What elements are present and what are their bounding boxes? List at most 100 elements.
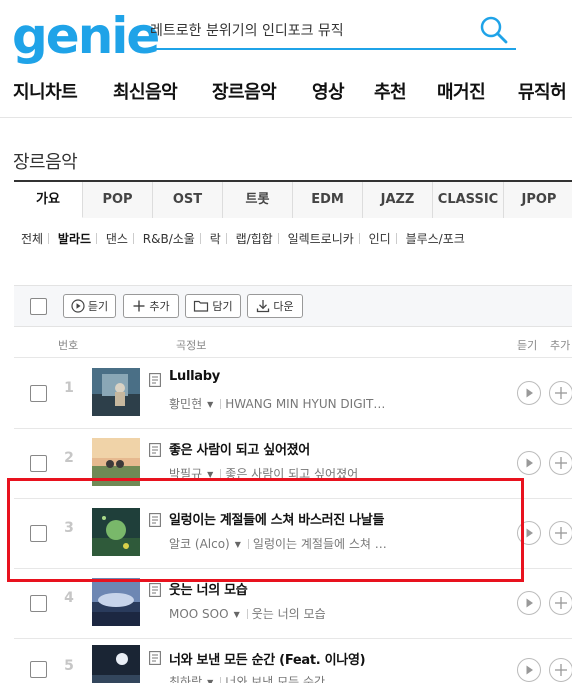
column-info: 곡정보 — [176, 339, 207, 352]
album-cover[interactable] — [92, 578, 140, 626]
song-rank: 5 — [64, 658, 74, 674]
tab-trot[interactable]: 트롯 — [223, 182, 293, 218]
tab-kpop[interactable]: 가요 — [14, 182, 83, 218]
play-button[interactable] — [517, 591, 541, 615]
header: genie — [0, 0, 572, 70]
subgenre-rnb[interactable]: R&B/소울 — [143, 232, 195, 246]
list-header-divider — [14, 357, 572, 358]
separator — [220, 469, 222, 479]
play-button[interactable] — [517, 521, 541, 545]
album-cover[interactable] — [92, 438, 140, 486]
genie-logo[interactable]: genie — [12, 6, 160, 66]
song-title[interactable]: Lullaby — [169, 369, 524, 384]
add-button-label: 추가 — [149, 300, 170, 313]
tab-classic[interactable]: CLASSIC — [433, 182, 504, 218]
lyrics-icon[interactable] — [149, 512, 161, 527]
subgenre-hiphop[interactable]: 랩/힙합 — [236, 232, 273, 246]
chevron-down-icon[interactable]: ▼ — [234, 610, 240, 619]
tab-jpop[interactable]: JPOP — [504, 182, 572, 218]
song-title[interactable]: 웃는 너의 모습 — [169, 579, 524, 598]
add-to-playlist-button[interactable] — [549, 381, 572, 405]
song-checkbox[interactable] — [30, 455, 47, 472]
listen-button[interactable]: 듣기 — [63, 294, 116, 318]
play-button[interactable] — [517, 451, 541, 475]
song-artist[interactable]: MOO SOO — [169, 607, 229, 621]
tab-jazz[interactable]: JAZZ — [363, 182, 433, 218]
tab-pop[interactable]: POP — [83, 182, 153, 218]
separator — [199, 233, 201, 244]
song-row: 2 좋은 사람이 되고 싶어졌어 박필규 ▼ 좋은 사람이 되고 싶어졌어 — [14, 429, 572, 498]
song-artist[interactable]: 알코 (Alco) — [169, 537, 230, 551]
song-checkbox[interactable] — [30, 385, 47, 402]
select-all-checkbox[interactable] — [30, 298, 47, 315]
play-button[interactable] — [517, 381, 541, 405]
add-to-playlist-button[interactable] — [549, 451, 572, 475]
subgenre-blues-folk[interactable]: 블루스/포크 — [406, 232, 465, 246]
song-rank: 3 — [64, 520, 74, 536]
song-row: 4 웃는 너의 모습 MOO SOO ▼ 웃는 너의 모습 — [14, 569, 572, 638]
song-album[interactable]: 웃는 너의 모습 — [252, 607, 326, 621]
add-to-playlist-button[interactable] — [549, 591, 572, 615]
chevron-down-icon[interactable]: ▼ — [235, 540, 241, 549]
separator — [277, 233, 279, 244]
chevron-down-icon[interactable]: ▼ — [207, 400, 213, 409]
nav-item-musichug[interactable]: 뮤직허 — [518, 78, 567, 104]
keep-button[interactable]: 담기 — [185, 294, 241, 318]
song-meta: 최하람 ▼ 너와 보낸 모든 순간 — [169, 673, 389, 683]
song-artist[interactable]: 황민현 — [169, 397, 202, 411]
song-meta: 알코 (Alco) ▼ 일렁이는 계절들에 스쳐 … — [169, 535, 389, 552]
song-title[interactable]: 좋은 사람이 되고 싶어졌어 — [169, 439, 524, 458]
nav-item-chart[interactable]: 지니차트 — [13, 78, 78, 104]
song-checkbox[interactable] — [30, 525, 47, 542]
nav-item-magazine[interactable]: 매거진 — [437, 78, 486, 104]
page-title: 장르음악 — [13, 152, 78, 173]
song-artist[interactable]: 최하람 — [169, 675, 202, 683]
add-to-playlist-button[interactable] — [549, 521, 572, 545]
song-row: 3 일렁이는 계절들에 스쳐 바스러진 나날들 알코 (Alco) ▼ 일렁이는 계… — [14, 499, 572, 568]
separator — [225, 233, 227, 244]
subgenre-electronica[interactable]: 일렉트로니카 — [288, 232, 354, 246]
nav-item-latest[interactable]: 최신음악 — [113, 78, 178, 104]
album-cover[interactable] — [92, 508, 140, 556]
song-album[interactable]: 좋은 사람이 되고 싶어졌어 — [225, 467, 358, 481]
play-button[interactable] — [517, 658, 541, 682]
nav-item-video[interactable]: 영상 — [312, 78, 345, 104]
chevron-down-icon[interactable]: ▼ — [207, 678, 213, 683]
subgenre-ballad[interactable]: 발라드 — [58, 232, 91, 246]
tab-ost[interactable]: OST — [153, 182, 223, 218]
nav-item-genre[interactable]: 장르음악 — [212, 78, 277, 104]
folder-icon — [194, 300, 209, 312]
song-title[interactable]: 너와 보낸 모든 순간 (Feat. 이나영) — [169, 649, 524, 668]
lyrics-icon[interactable] — [149, 442, 161, 457]
album-cover[interactable] — [92, 645, 140, 683]
song-meta: 박필규 ▼ 좋은 사람이 되고 싶어졌어 — [169, 465, 389, 482]
song-checkbox[interactable] — [30, 661, 47, 678]
lyrics-icon[interactable] — [149, 372, 161, 387]
lyrics-icon[interactable] — [149, 650, 161, 665]
song-album[interactable]: HWANG MIN HYUN DIGIT… — [225, 397, 385, 411]
nav-item-recommend[interactable]: 추천 — [374, 78, 407, 104]
song-checkbox[interactable] — [30, 595, 47, 612]
subgenre-dance[interactable]: 댄스 — [106, 232, 128, 246]
lyrics-icon[interactable] — [149, 582, 161, 597]
album-cover[interactable] — [92, 368, 140, 416]
list-toolbar: 듣기 추가 담기 다운 — [14, 285, 572, 327]
download-button[interactable]: 다운 — [247, 294, 303, 318]
song-meta: MOO SOO ▼ 웃는 너의 모습 — [169, 605, 389, 622]
song-artist[interactable]: 박필규 — [169, 467, 202, 481]
tab-edm[interactable]: EDM — [293, 182, 363, 218]
subgenre-all[interactable]: 전체 — [21, 232, 43, 246]
column-add: 추가 — [550, 339, 571, 352]
search-icon[interactable] — [478, 14, 510, 46]
song-album[interactable]: 너와 보낸 모든 순간 — [225, 675, 325, 683]
add-to-playlist-button[interactable] — [549, 658, 572, 682]
subgenre-indie[interactable]: 인디 — [369, 232, 391, 246]
song-title[interactable]: 일렁이는 계절들에 스쳐 바스러진 나날들 — [169, 509, 524, 528]
listen-button-label: 듣기 — [87, 300, 109, 313]
add-button[interactable]: 추가 — [123, 294, 179, 318]
search-bar — [148, 12, 516, 50]
song-album[interactable]: 일렁이는 계절들에 스쳐 … — [253, 537, 387, 551]
search-input[interactable] — [150, 16, 470, 44]
subgenre-rock[interactable]: 락 — [210, 232, 221, 246]
chevron-down-icon[interactable]: ▼ — [207, 470, 213, 479]
